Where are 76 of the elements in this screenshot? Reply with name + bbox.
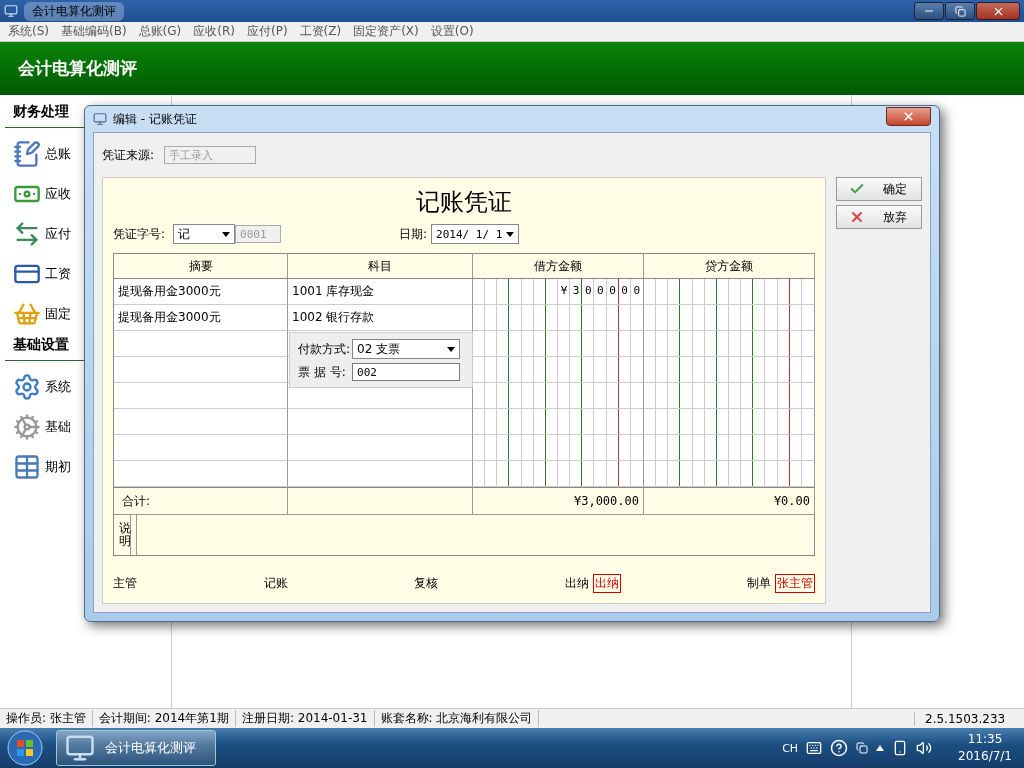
status-field: 操作员: 张主管 <box>0 710 93 727</box>
signature-label: 制单 <box>747 574 771 592</box>
status-field: 会计期间: 2014年第1期 <box>92 710 236 727</box>
debit-total: ¥3,000.00 <box>473 487 644 514</box>
app-icon <box>4 4 18 18</box>
menu-item[interactable]: 系统(S) <box>2 23 55 40</box>
signature-label: 主管 <box>113 574 137 592</box>
cancel-button[interactable]: 放弃 <box>836 205 922 229</box>
confirm-button[interactable]: 确定 <box>836 177 922 201</box>
ticket-field[interactable]: 002 <box>352 363 461 381</box>
table-cell: 提现备用金3000元 <box>114 305 288 331</box>
restore-button[interactable] <box>945 2 975 20</box>
table-cell: 1002 银行存款 <box>288 305 473 331</box>
sidebar-item[interactable]: 基础 <box>45 418 71 436</box>
date-select[interactable]: 2014/ 1/ 1 <box>431 224 520 244</box>
window-title: 会计电算化测评 <box>24 1 124 21</box>
voucher-title: 记账凭证 <box>415 187 513 218</box>
field-label: 凭证来源: <box>102 146 155 164</box>
field-label: 日期: <box>399 225 428 243</box>
name-stamp: 出纳 <box>592 573 621 593</box>
sidebar-item[interactable]: 应付 <box>45 225 71 243</box>
payment-select[interactable]: 02 支票 <box>352 339 461 359</box>
notebook-icon <box>13 140 41 168</box>
keyboard-icon[interactable] <box>806 740 823 756</box>
banner-title: 会计电算化测评 <box>18 57 137 80</box>
sidebar-item[interactable]: 工资 <box>45 265 71 283</box>
gear-icon <box>13 413 41 441</box>
restore-icon <box>954 5 966 17</box>
column-header: 摘要 <box>114 254 288 279</box>
volume-icon[interactable] <box>916 740 933 756</box>
menu-item[interactable]: 设置(O) <box>424 23 480 40</box>
spreadsheet-icon <box>13 453 41 481</box>
close-button[interactable] <box>886 106 931 126</box>
sidebar-item[interactable]: 期初 <box>45 458 71 476</box>
close-icon <box>902 109 915 123</box>
language-indicator[interactable]: CH <box>782 741 799 755</box>
app-icon <box>93 112 107 126</box>
menu-item[interactable]: 固定资产(X) <box>347 23 425 40</box>
signature-label: 记账 <box>263 574 288 592</box>
status-field: 注册日期: 2014-01-31 <box>235 710 375 727</box>
menu-item[interactable]: 应收(R) <box>187 23 241 40</box>
show-hidden-icon[interactable] <box>876 745 885 751</box>
help-icon[interactable] <box>830 739 849 757</box>
sidebar-item[interactable]: 系统 <box>45 378 71 396</box>
table-cell: 1001 库存现金 <box>288 279 473 305</box>
column-header: 贷方金额 <box>644 254 815 279</box>
sidebar-item[interactable]: 应收 <box>45 185 71 203</box>
signature-label: 复核 <box>414 574 438 592</box>
close-button[interactable] <box>976 2 1020 20</box>
monitor-icon <box>65 733 95 763</box>
start-button[interactable] <box>6 729 44 767</box>
version-text: 2.5.1503.233 <box>914 711 1024 726</box>
column-header: 借方金额 <box>473 254 644 279</box>
field-label: 票 据 号: <box>298 363 347 381</box>
signature-label: 出纳 <box>564 574 589 592</box>
credit-total: ¥0.00 <box>644 487 815 514</box>
clock[interactable]: 11:35 2016/7/1 <box>958 731 1012 765</box>
minimize-button[interactable] <box>914 2 944 20</box>
note-label: 说明 <box>119 515 131 555</box>
taskbar-button[interactable]: 会计电算化测评 <box>56 730 216 766</box>
total-label: 合计: <box>114 487 288 514</box>
menu-item[interactable]: 工资(Z) <box>293 23 348 40</box>
cross-icon <box>849 209 865 225</box>
gear-icon <box>13 373 41 401</box>
table-cell: 提现备用金3000元 <box>114 279 288 305</box>
field-label: 付款方式: <box>298 340 351 358</box>
sidebar-item[interactable]: 总账 <box>45 145 71 163</box>
column-header: 科目 <box>288 254 473 279</box>
menu-item[interactable]: 应付(P) <box>240 23 294 40</box>
menu-item[interactable]: 总账(G) <box>132 23 188 40</box>
sidebar-item[interactable]: 固定 <box>45 305 71 323</box>
name-stamp: 张主管 <box>775 573 815 593</box>
status-field: 账套名称: 北京海利有限公司 <box>374 710 540 727</box>
field-label: 凭证字号: <box>113 225 166 243</box>
word-select[interactable]: 记 <box>173 224 236 244</box>
menu-item[interactable]: 基础编码(B) <box>55 23 133 40</box>
